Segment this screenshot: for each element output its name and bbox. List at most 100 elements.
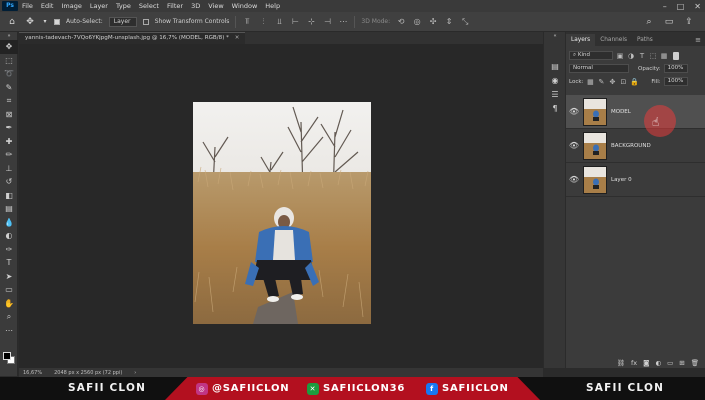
layer-style-icon[interactable]: fx (631, 359, 637, 367)
tab-layers[interactable]: Layers (566, 34, 596, 46)
lock-transparent-icon[interactable]: ▦ (586, 78, 594, 86)
filter-kind-dropdown[interactable]: ⌕ Kind (569, 51, 613, 60)
layer-name[interactable]: BACKGROUND (611, 143, 651, 149)
toolbar-collapse-icon[interactable]: » (0, 32, 18, 40)
layer-mask-icon[interactable]: ◙ (643, 359, 649, 367)
properties-panel-icon[interactable]: ☰ (544, 88, 566, 102)
eraser-tool-icon[interactable]: ◧ (0, 189, 18, 203)
3d-scale-icon[interactable]: ⤡ (460, 17, 470, 27)
type-tool-icon[interactable]: T (0, 256, 18, 270)
chevron-right-icon[interactable]: › (134, 370, 136, 376)
gradient-tool-icon[interactable]: ▤ (0, 202, 18, 216)
brush-tool-icon[interactable]: ✏ (0, 148, 18, 162)
align-middle-icon[interactable]: ⫶ (258, 17, 268, 27)
more-tools-icon[interactable]: ⋯ (0, 324, 18, 338)
visibility-eye-icon[interactable]: 👁 (566, 107, 582, 116)
link-layers-icon[interactable]: ⛓ (617, 359, 625, 367)
color-swatches[interactable] (3, 352, 15, 364)
distribute-icon[interactable]: ⋯ (338, 17, 348, 26)
quick-select-tool-icon[interactable]: ✎ (0, 81, 18, 95)
align-bottom-icon[interactable]: ⫫ (274, 17, 284, 27)
lock-artboard-icon[interactable]: ⊡ (619, 78, 627, 86)
align-left-icon[interactable]: ⊢ (290, 17, 300, 26)
document-tab[interactable]: yannis-tadevach-7VQo6YKjpgM-unsplash.jpg… (19, 32, 246, 44)
group-icon[interactable]: ▭ (667, 359, 673, 367)
new-layer-icon[interactable]: ⊞ (679, 359, 684, 367)
layer-row-model[interactable]: 👁 MODEL (566, 95, 705, 129)
rectangle-tool-icon[interactable]: ▭ (0, 283, 18, 297)
tab-channels[interactable]: Channels (595, 34, 632, 46)
align-right-icon[interactable]: ⊣ (322, 17, 332, 26)
menu-edit[interactable]: Edit (37, 0, 58, 12)
path-select-icon[interactable]: ➤ (0, 270, 18, 284)
adjustment-layer-icon[interactable]: ◐ (655, 359, 661, 367)
layer-name[interactable]: Layer 0 (611, 177, 632, 183)
align-top-icon[interactable]: ⫪ (242, 17, 252, 27)
eyedropper-tool-icon[interactable]: ✒ (0, 121, 18, 135)
blend-mode-dropdown[interactable]: Normal (569, 64, 629, 73)
lock-image-icon[interactable]: ✎ (597, 78, 605, 86)
pixel-filter-icon[interactable]: ▣ (616, 52, 624, 60)
frame-tool-icon[interactable]: ⊠ (0, 108, 18, 122)
dock-collapse-icon[interactable]: « (544, 32, 566, 40)
menu-file[interactable]: File (18, 0, 37, 12)
crop-tool-icon[interactable]: ⌗ (0, 94, 18, 108)
smart-object-filter-icon[interactable]: ▦ (660, 52, 668, 60)
trash-icon[interactable]: 🗑 (691, 359, 699, 367)
move-tool-icon[interactable]: ✥ (24, 17, 36, 27)
marquee-tool-icon[interactable]: ⬚ (0, 54, 18, 68)
lasso-tool-icon[interactable]: ➰ (0, 67, 18, 81)
close-icon[interactable]: ✕ (694, 2, 701, 11)
clone-stamp-icon[interactable]: ⊥ (0, 162, 18, 176)
blur-tool-icon[interactable]: 💧 (0, 216, 18, 230)
show-transform-checkbox[interactable] (142, 18, 149, 25)
menu-3d[interactable]: 3D (187, 0, 204, 12)
dodge-tool-icon[interactable]: ◐ (0, 229, 18, 243)
menu-filter[interactable]: Filter (163, 0, 187, 12)
3d-pan-icon[interactable]: ✣ (428, 17, 438, 26)
3d-roll-icon[interactable]: ◎ (412, 17, 422, 26)
layer-row-background[interactable]: 👁 BACKGROUND (566, 129, 705, 163)
history-panel-icon[interactable]: ▤ (544, 60, 566, 74)
3d-slide-icon[interactable]: ⇕ (444, 17, 454, 26)
layer-name[interactable]: MODEL (611, 109, 631, 115)
type-filter-icon[interactable]: T (638, 52, 646, 60)
minimize-icon[interactable]: – (663, 2, 667, 11)
lock-all-icon[interactable]: 🔒 (630, 78, 639, 86)
search-icon[interactable]: ⌕ (643, 17, 655, 27)
workspace-icon[interactable]: ▭ (663, 17, 675, 27)
visibility-eye-icon[interactable]: 👁 (566, 141, 582, 150)
tab-paths[interactable]: Paths (632, 34, 658, 46)
filter-toggle[interactable] (673, 51, 679, 60)
zoom-tool-icon[interactable]: ⌕ (0, 310, 18, 324)
paragraph-panel-icon[interactable]: ¶ (544, 102, 566, 116)
menu-layer[interactable]: Layer (86, 0, 112, 12)
panel-menu-icon[interactable]: ≡ (695, 34, 705, 46)
menu-type[interactable]: Type (112, 0, 135, 12)
visibility-eye-icon[interactable]: 👁 (566, 175, 582, 184)
hand-tool-icon[interactable]: ✋ (0, 297, 18, 311)
lock-position-icon[interactable]: ✥ (608, 78, 616, 86)
fill-field[interactable]: 100% (663, 77, 688, 86)
3d-rotate-icon[interactable]: ⟲ (396, 17, 406, 26)
adjustment-filter-icon[interactable]: ◑ (627, 52, 635, 60)
menu-help[interactable]: Help (261, 0, 284, 12)
align-center-icon[interactable]: ⊹ (306, 17, 316, 26)
menu-select[interactable]: Select (135, 0, 163, 12)
chevron-down-icon[interactable]: ▾ (42, 18, 48, 25)
menu-view[interactable]: View (204, 0, 227, 12)
shape-filter-icon[interactable]: ⬚ (649, 52, 657, 60)
layer-row-layer-0[interactable]: 👁 Layer 0 (566, 163, 705, 197)
zoom-level[interactable]: 16,67% (23, 370, 42, 376)
close-tab-icon[interactable]: ✕ (235, 35, 240, 41)
move-tool-icon[interactable]: ✥ (0, 40, 18, 54)
menu-window[interactable]: Window (228, 0, 262, 12)
opacity-field[interactable]: 100% (663, 64, 688, 73)
menu-image[interactable]: Image (57, 0, 85, 12)
history-brush-icon[interactable]: ↺ (0, 175, 18, 189)
auto-select-target-dropdown[interactable]: Layer (108, 16, 137, 27)
share-icon[interactable]: ⇪ (683, 17, 695, 27)
auto-select-checkbox[interactable] (54, 18, 60, 25)
home-icon[interactable]: ⌂ (6, 17, 18, 27)
pen-tool-icon[interactable]: ✑ (0, 243, 18, 257)
